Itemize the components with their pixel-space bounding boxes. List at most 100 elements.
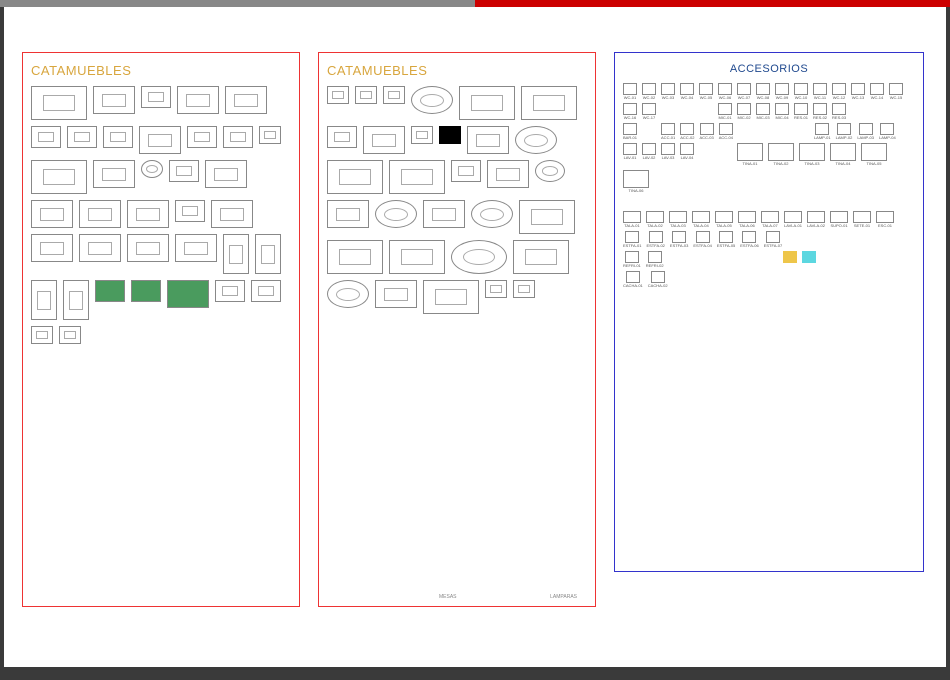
block-dining-table-chairs[interactable] [93, 86, 135, 114]
block-bed-double-06[interactable] [79, 234, 121, 262]
acc-lamp-02[interactable]: LAMP-02 [836, 123, 853, 140]
acc-mic-04[interactable]: MIC-04 [775, 103, 789, 120]
block-sofa-L[interactable] [467, 126, 509, 154]
block-dining-rect-8[interactable] [459, 86, 515, 120]
block-dining-octagon-8[interactable] [375, 280, 417, 308]
block-dining-round-10[interactable] [327, 280, 369, 308]
acc-cacha-01[interactable]: CACHA-01 [623, 271, 643, 288]
block-monitor-desk-02[interactable] [223, 126, 253, 148]
block-desk-01[interactable] [31, 126, 61, 148]
acc-wc-01[interactable]: WC-01 [623, 83, 637, 100]
acc-lavla-02[interactable]: LAVLA-02 [807, 211, 825, 228]
acc-tina-05[interactable]: TINA-05 [861, 143, 887, 166]
block-dining-sq-8[interactable] [423, 200, 465, 228]
acc-wc-08[interactable]: WC-08 [756, 83, 770, 100]
block-conference-10[interactable] [389, 240, 445, 274]
acc-refri-01[interactable]: REFRI-01 [623, 251, 641, 268]
acc-res-01[interactable]: RES-01 [794, 103, 808, 120]
block-dining-round-6[interactable] [515, 126, 557, 154]
block-table-round[interactable] [103, 126, 133, 148]
block-desks-facing[interactable] [93, 160, 135, 188]
acc-sete-01[interactable]: SETE-01 [853, 211, 871, 228]
acc-estfa-02[interactable]: ESTFA-02 [646, 231, 664, 248]
acc-lavla-01[interactable]: LAVLA-01 [784, 211, 802, 228]
acc-cacha-02[interactable]: CACHA-02 [648, 271, 668, 288]
block-chair[interactable] [259, 126, 281, 144]
acc-estfa-04[interactable]: ESTFA-04 [693, 231, 711, 248]
block-dining-round-8[interactable] [411, 86, 453, 114]
block-bed-green-01[interactable] [95, 280, 125, 302]
acc-wc-02[interactable]: WC-02 [642, 83, 656, 100]
acc-wc-07[interactable]: WC-07 [737, 83, 751, 100]
acc-refri-02[interactable]: REFRI-02 [646, 251, 664, 268]
acc-lamp-01[interactable]: LAMP-01 [814, 123, 831, 140]
acc-wc-16[interactable]: WC-16 [623, 103, 637, 120]
block-living-set-02[interactable] [327, 160, 383, 194]
acc-wc-09[interactable]: WC-09 [775, 83, 789, 100]
acc-acc-01[interactable]: ACC-01 [661, 123, 675, 140]
acc-res-03[interactable]: RES-03 [832, 103, 846, 120]
acc-estfa-03[interactable]: ESTFA-03 [670, 231, 688, 248]
block-bed-double-08[interactable] [175, 234, 217, 262]
block-cat-silhouette[interactable] [59, 326, 81, 344]
cad-canvas[interactable]: CATAMUEBLES CATAMUEBLES MESAS LAMPARAS A… [4, 7, 946, 667]
acc-estfa-01[interactable]: ESTFA-01 [623, 231, 641, 248]
acc-acc-04[interactable]: ACC-04 [719, 123, 733, 140]
acc-mic-03[interactable]: MIC-03 [756, 103, 770, 120]
acc-wc-10[interactable]: WC-10 [794, 83, 808, 100]
block-bed-double-01[interactable] [205, 160, 247, 188]
block-conference-oval-12[interactable] [327, 240, 383, 274]
acc-wc-17[interactable]: WC-17 [642, 103, 656, 120]
block-bed-double-02[interactable] [31, 200, 73, 228]
acc-tala-06[interactable]: TALA-06 [738, 211, 756, 228]
acc-mic-02[interactable]: MIC-02 [737, 103, 751, 120]
block-sofa-3[interactable] [363, 126, 405, 154]
block-clock[interactable] [141, 160, 163, 178]
block-side-table[interactable] [485, 280, 507, 298]
block-chair-03[interactable] [383, 86, 405, 104]
acc-lav-02[interactable]: LAV-02 [642, 143, 656, 166]
block-wardrobe-03[interactable] [31, 280, 57, 320]
acc-acc-03[interactable]: ACC-03 [699, 123, 713, 140]
block-sofa-2[interactable] [327, 126, 357, 148]
block-cabinet[interactable] [31, 326, 53, 344]
acc-wc-13[interactable]: WC-13 [851, 83, 865, 100]
block-kitchen-counter-L[interactable] [31, 86, 87, 120]
block-dining-sq-4[interactable] [487, 160, 529, 188]
block-tv-unit-solid[interactable] [439, 126, 461, 144]
acc-res-02[interactable]: RES-02 [813, 103, 827, 120]
block-dining-round-4[interactable] [535, 160, 565, 182]
block-cubicle-L[interactable] [31, 160, 87, 194]
acc-tala-03[interactable]: TALA-03 [669, 211, 687, 228]
block-bed-green-03[interactable] [167, 280, 209, 308]
acc-bar-01[interactable]: BAR-01 [623, 123, 637, 140]
acc-mic-01[interactable]: MIC-01 [718, 103, 732, 120]
block-piano-grand-02[interactable] [251, 280, 281, 302]
acc-tala-02[interactable]: TALA-02 [646, 211, 664, 228]
acc-estfa-05[interactable]: ESTFA-05 [717, 231, 735, 248]
block-lamp[interactable] [513, 280, 535, 298]
acc-tina-04[interactable]: TINA-04 [830, 143, 856, 166]
block-conference-round-12[interactable] [451, 240, 507, 274]
acc-tina-03[interactable]: TINA-03 [799, 143, 825, 166]
block-conference-12[interactable] [519, 200, 575, 234]
acc-wc-04[interactable]: WC-04 [680, 83, 694, 100]
acc-lav-03[interactable]: LAV-03 [661, 143, 675, 166]
block-dining-round-8b[interactable] [471, 200, 513, 228]
block-piano-grand[interactable] [215, 280, 245, 302]
block-desk[interactable] [141, 86, 171, 108]
acc-lamp-04[interactable]: LAMP-04 [879, 123, 896, 140]
block-bed-double-07[interactable] [127, 234, 169, 262]
block-sectional-L[interactable] [389, 160, 445, 194]
block-chair-02[interactable] [355, 86, 377, 104]
block-desk-02[interactable] [67, 126, 97, 148]
acc-tala-04[interactable]: TALA-04 [692, 211, 710, 228]
block-conference-rect-14[interactable] [513, 240, 569, 274]
block-bed-single[interactable] [175, 200, 205, 222]
acc-wc-03[interactable]: WC-03 [661, 83, 675, 100]
block-bench-long[interactable] [211, 200, 253, 228]
block-chair-01[interactable] [327, 86, 349, 104]
block-bed-double-03[interactable] [79, 200, 121, 228]
block-bed-double-05[interactable] [31, 234, 73, 262]
block-monitor-desk[interactable] [187, 126, 217, 148]
